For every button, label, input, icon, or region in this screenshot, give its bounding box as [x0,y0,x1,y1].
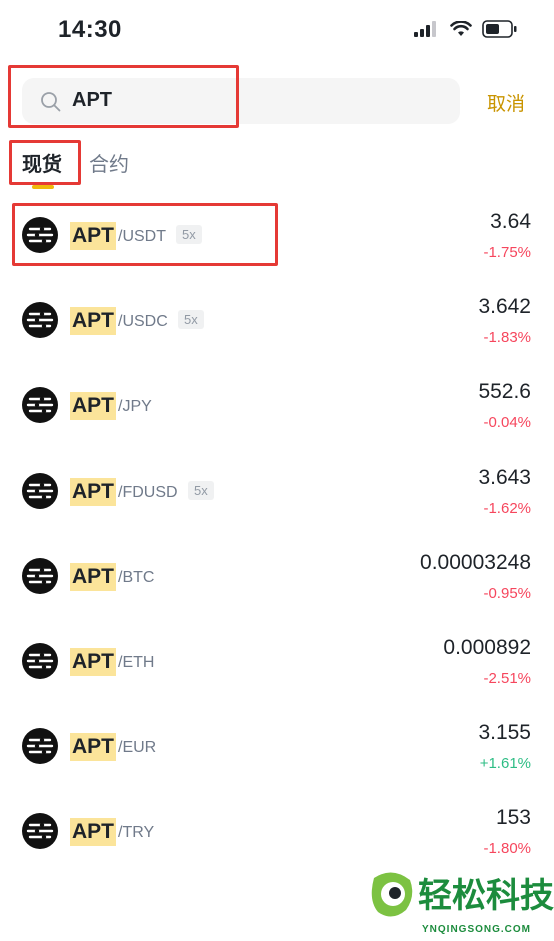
quote-asset: /BTC [118,568,155,586]
price-change: -2.51% [483,669,531,687]
base-asset: APT [70,222,116,250]
leverage-badge: 5x [188,480,214,500]
last-price: 552.6 [478,380,531,404]
leverage-badge: 5x [178,310,204,330]
price-change: -0.04% [483,414,531,432]
last-price: 0.00003248 [420,550,531,574]
quote-asset: /ETH [118,653,155,671]
base-asset: APT [70,307,116,336]
pair-row[interactable]: APT/ETH 0.000892 -2.51% [0,624,554,709]
apt-coin-icon [22,302,58,339]
price-change: -1.62% [483,499,531,517]
base-asset: APT [70,647,116,676]
pair-row[interactable]: APT/FDUSD 5x 3.643 -1.62% [0,454,554,539]
quote-asset: /TRY [118,824,155,842]
status-time: 14:30 [58,16,122,43]
watermark-logo-icon [371,872,413,917]
apt-coin-icon [22,642,58,679]
apt-coin-icon [22,217,58,253]
battery-icon [482,20,517,38]
last-price: 3.64 [490,210,531,233]
apt-coin-icon [22,728,58,765]
pair-list: APT/USDT 5x 3.64 -1.75% APT/USDC 5x 3.642 -1.83… [0,198,554,880]
base-asset: APT [70,733,116,762]
last-price: 0.000892 [443,635,531,659]
last-price: 3.643 [478,465,531,489]
search-icon [41,92,61,112]
quote-asset: /EUR [118,739,157,757]
cancel-button[interactable]: 取消 [487,89,525,116]
tab-spot[interactable]: 现货 [22,148,62,177]
pair-row[interactable]: APT/JPY 552.6 -0.04% [0,368,554,453]
watermark-text: 轻松科技 [418,876,554,916]
pair-row[interactable]: APT/USDC 5x 3.642 -1.83% [0,283,554,368]
tab-futures[interactable]: 合约 [89,148,129,177]
search-row: APT 取消 [0,70,554,130]
pair-row[interactable]: APT/EUR 3.155 +1.61% [0,709,554,794]
price-change: -1.83% [483,329,531,347]
last-price: 3.155 [478,721,531,745]
wifi-icon [450,21,472,36]
watermark: 轻松科技 YNQINGSONG.COM [366,866,554,941]
cellular-signal-icon [414,21,436,37]
apt-coin-icon [22,813,58,850]
leverage-badge: 5x [176,225,202,244]
quote-asset: /JPY [118,398,152,416]
base-asset: APT [70,477,116,506]
apt-coin-icon [22,557,58,594]
price-change: +1.61% [479,755,531,773]
price-change: -1.75% [483,244,531,261]
quote-asset: /FDUSD [118,483,178,501]
quote-asset: /USDC [118,313,168,331]
status-bar: 14:30 [0,0,554,62]
status-icons [414,20,518,38]
price-change: -1.80% [483,840,531,858]
active-tab-indicator [32,185,54,189]
price-change: -0.95% [483,584,531,602]
base-asset: APT [70,562,116,591]
base-asset: APT [70,392,116,421]
last-price: 153 [495,806,531,830]
search-query: APT [72,89,112,111]
watermark-domain: YNQINGSONG.COM [422,924,532,935]
apt-coin-icon [22,387,58,424]
base-asset: APT [70,818,116,847]
last-price: 3.642 [478,295,531,319]
quote-asset: /USDT [118,228,166,245]
apt-coin-icon [22,472,58,509]
search-input[interactable]: APT [22,78,460,124]
pair-row[interactable]: APT/BTC 0.00003248 -0.95% [0,539,554,624]
pair-row[interactable]: APT/USDT 5x 3.64 -1.75% [0,198,554,283]
